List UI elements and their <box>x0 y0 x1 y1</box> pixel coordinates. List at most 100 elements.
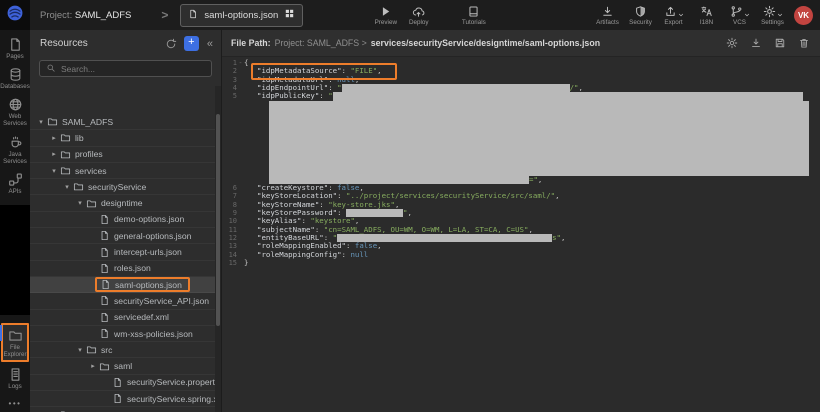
tree-item-wm-xss-policies-json[interactable]: wm-xss-policies.json <box>30 326 215 342</box>
code-line <box>222 151 820 159</box>
tree-item-servicedef-xml[interactable]: servicedef.xml <box>30 310 215 326</box>
line-number <box>222 176 237 184</box>
twisty-expanded-icon[interactable]: ▾ <box>49 167 59 175</box>
tree-item-designtime[interactable]: ▾designtime <box>30 195 215 211</box>
file-icon <box>99 214 110 225</box>
tree-item-src[interactable]: ▾src <box>30 342 215 358</box>
twisty-expanded-icon[interactable]: ▾ <box>36 118 46 126</box>
twisty-expanded-icon[interactable]: ▾ <box>75 346 85 354</box>
code-line-content[interactable] <box>244 109 820 117</box>
rail-item-apis[interactable]: APIs <box>0 172 30 195</box>
code-line <box>222 101 820 109</box>
tree-item-securityservice-properties[interactable]: securityService.properties <box>30 375 215 391</box>
tree-item-general-options-json[interactable]: general-options.json <box>30 228 215 244</box>
json-punctuation: , <box>407 208 411 217</box>
gutter-spacer <box>237 126 244 134</box>
tree-item-services[interactable]: ▾services <box>30 163 215 179</box>
tree-item-saml-options-json[interactable]: saml-options.json <box>30 277 215 293</box>
translate-icon <box>700 5 713 18</box>
tree-item-src[interactable]: ▸src <box>30 407 215 412</box>
topbar-settings-button[interactable]: Settings <box>756 4 789 26</box>
user-avatar[interactable]: VK <box>794 6 813 25</box>
twisty-collapsed-icon[interactable]: ▸ <box>49 150 59 158</box>
code-line <box>222 117 820 125</box>
resources-header: Resources + « <box>30 30 221 57</box>
tree-item-label: SAML_ADFS <box>62 117 113 127</box>
code-editor[interactable]: 1-{2"idpMetadataSource": "FILE",3"idpMet… <box>222 57 820 412</box>
save-button[interactable] <box>774 37 786 49</box>
topbar-security-button[interactable]: Security <box>624 4 657 26</box>
tree-item-label: wm-xss-policies.json <box>114 329 193 339</box>
rail-item-file-explorer[interactable]: File Explorer <box>1 323 29 362</box>
topbar-deploy-button[interactable]: Deploy <box>402 4 435 26</box>
grid-icon[interactable] <box>284 8 295 19</box>
folder-icon <box>73 181 84 192</box>
folder-icon <box>60 149 71 160</box>
settings-button[interactable] <box>726 37 738 49</box>
refresh-button[interactable] <box>165 38 177 50</box>
topbar-artifacts-button[interactable]: Artifacts <box>591 4 624 26</box>
tree-item-securityservice[interactable]: ▾ securityService <box>30 179 215 195</box>
tree-item-securityservice-api-json[interactable]: securityService_API.json <box>30 293 215 309</box>
fold-marker[interactable]: - <box>237 59 244 67</box>
open-file-tab[interactable]: saml-options.json <box>180 4 303 27</box>
code-line-content[interactable] <box>244 159 820 167</box>
rail-item-java-services[interactable]: Java Services <box>0 135 30 165</box>
left-nav-rail: Pages Databases Web Services Java Services A… <box>0 30 30 412</box>
tree-item-securityservice-spring-xml[interactable]: securityService.spring.xml <box>30 391 215 407</box>
topbar-export-button[interactable]: Export <box>657 4 690 26</box>
app-logo[interactable] <box>0 0 30 30</box>
tree-item-roles-json[interactable]: roles.json <box>30 261 215 277</box>
json-punctuation: , <box>395 200 399 209</box>
topbar-action-label: Deploy <box>409 19 429 26</box>
json-punctuation: , <box>538 175 542 184</box>
twisty-collapsed-icon[interactable]: ▸ <box>88 362 98 370</box>
code-line-content[interactable] <box>244 134 820 142</box>
tree-item-label: lib <box>75 133 84 143</box>
rail-item-logs[interactable]: Logs <box>0 367 30 390</box>
line-number <box>222 134 237 142</box>
rail-item-label: File Explorer <box>3 344 27 358</box>
topbar-i18n-button[interactable]: I18N <box>690 4 723 26</box>
add-resource-button[interactable]: + <box>184 36 199 51</box>
twisty-collapsed-icon[interactable]: ▸ <box>49 134 59 142</box>
code-line-content[interactable] <box>244 142 820 150</box>
line-number <box>222 167 237 175</box>
code-spacer <box>244 131 269 132</box>
panel-scrollbar-thumb[interactable] <box>216 114 220 326</box>
play-icon <box>379 5 392 18</box>
rail-item-databases[interactable]: Databases <box>0 67 30 90</box>
tree-item-intercept-urls-json[interactable]: intercept-urls.json <box>30 244 215 260</box>
search-input[interactable] <box>61 64 205 74</box>
tree-item-lib[interactable]: ▸ lib <box>30 130 215 146</box>
code-line-content[interactable]: } <box>244 259 820 267</box>
twisty-expanded-icon[interactable]: ▾ <box>75 199 85 207</box>
topbar-preview-button[interactable]: Preview <box>369 4 402 26</box>
rail-item-pages[interactable]: Pages <box>0 37 30 60</box>
tree-item-label: securityService <box>88 182 146 192</box>
code-line-content[interactable]: "roleMappingConfig": null <box>244 251 820 259</box>
gutter-spacer <box>237 226 244 234</box>
code-line-content[interactable] <box>244 117 820 125</box>
delete-button[interactable] <box>798 37 810 49</box>
json-punctuation: } <box>244 258 248 267</box>
code-line-content[interactable] <box>244 151 820 159</box>
topbar-vcs-button[interactable]: VCS <box>723 4 756 26</box>
rail-overflow-button[interactable]: ••• <box>9 399 22 408</box>
download-button[interactable] <box>750 37 762 49</box>
resources-panel: Resources + « ▾SAML_ADFS▸lib▸profiles▾se… <box>30 30 222 412</box>
code-line-content[interactable]: "idpPublicKey": " <box>244 92 820 100</box>
tree-item-demo-options-json[interactable]: demo-options.json <box>30 212 215 228</box>
collapse-panel-button[interactable]: « <box>206 38 214 50</box>
tree-item-saml-adfs[interactable]: ▾ SAML_ADFS <box>30 114 215 130</box>
tree-item-saml[interactable]: ▸saml <box>30 358 215 374</box>
topbar-tutorials-button[interactable]: Tutorials <box>457 4 490 26</box>
twisty-expanded-icon[interactable]: ▾ <box>62 183 72 191</box>
file-icon <box>99 295 110 306</box>
rail-item-web-services[interactable]: Web Services <box>0 97 30 127</box>
tree-item-profiles[interactable]: ▸profiles <box>30 147 215 163</box>
webmethods-logo-icon <box>6 4 24 22</box>
code-line-content[interactable] <box>244 101 820 109</box>
code-line-content[interactable]: "idpMetadataSource": "FILE", <box>244 67 820 75</box>
code-line-content[interactable] <box>244 126 820 134</box>
